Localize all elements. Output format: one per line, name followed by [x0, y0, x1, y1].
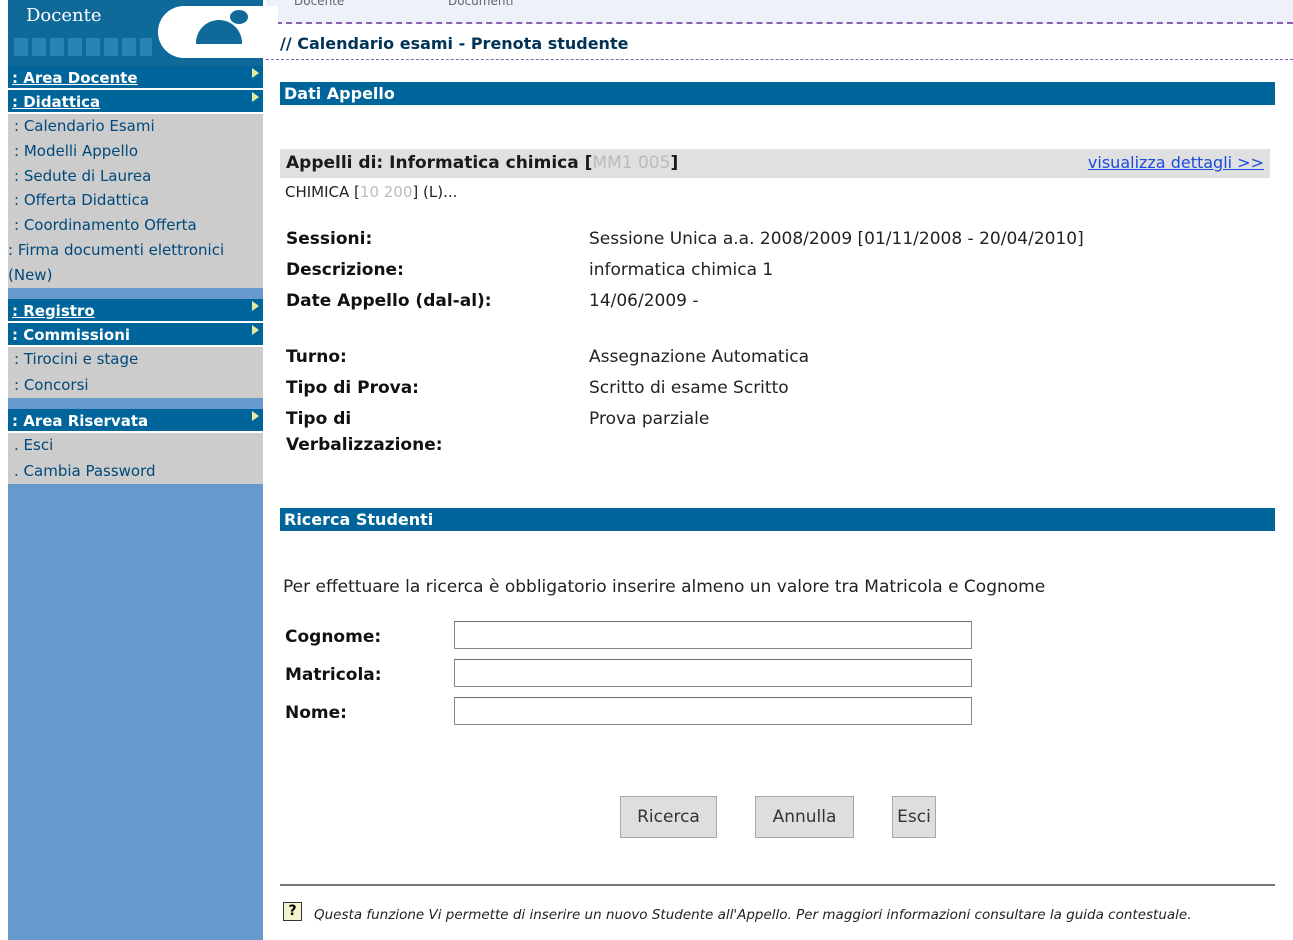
sidebar-item-label: Tirocini e stage [23, 350, 139, 368]
sidebar-item-label: . Esci [14, 436, 54, 454]
menu-header-area-riservata[interactable]: : Area Riservata [8, 409, 263, 433]
appelli-header: Appelli di: Informatica chimica [MM1 005… [280, 149, 1270, 178]
menu-arrow-icon [252, 411, 259, 421]
banner-title: Docente [26, 5, 102, 26]
sidebar-item-coordinamento-offerta[interactable]: : Coordinamento Offerta [8, 213, 263, 238]
sidebar-item-offerta-didattica[interactable]: : Offerta Didattica [8, 188, 263, 213]
section-header-ricerca-studenti: Ricerca Studenti [280, 508, 1275, 531]
nome-input[interactable] [454, 697, 972, 725]
menu-arrow-icon [252, 301, 259, 311]
sidebar-item-label: Concorsi [23, 375, 89, 394]
menu-header-label: : Didattica [12, 93, 101, 111]
course-prefix: CHIMICA [ [285, 183, 360, 201]
sidebar-item-label: Offerta Didattica [23, 191, 150, 210]
label-tipo-verbalizzazione: Tipo di Verbalizzazione: [286, 409, 443, 455]
label-sessioni: Sessioni: [286, 229, 373, 249]
menu-arrow-icon [252, 325, 259, 335]
label-matricola: Matricola: [285, 665, 382, 685]
search-button[interactable]: Ricerca [620, 796, 717, 838]
label-cognome: Cognome: [285, 627, 382, 647]
sidebar-item-cambia-password[interactable]: . Cambia Password [8, 459, 263, 485]
sidebar-item-esci[interactable]: . Esci [8, 433, 263, 459]
sidebar-item-concorsi[interactable]: : Concorsi [8, 373, 263, 399]
breadcrumb-divider [266, 59, 1293, 60]
menu-registro: : Registro : Commissioni : Tirocini e st… [8, 299, 263, 398]
menu-header-label: : Registro [12, 302, 95, 320]
breadcrumb: // Calendario esami - Prenota studente [280, 34, 629, 53]
menu-header-registro[interactable]: : Registro [8, 299, 263, 323]
course-suffix: ] (L)... [412, 183, 458, 201]
top-tab-strip: Docente Documenti [266, 0, 1293, 24]
sidebar-item-label: Firma documenti elettronici (New) [8, 240, 225, 284]
help-divider [280, 884, 1275, 886]
label-nome: Nome: [285, 703, 347, 723]
sidebar-item-label: Coordinamento Offerta [23, 216, 197, 235]
teacher-head-icon [230, 10, 248, 24]
menu-header-commissioni[interactable]: : Commissioni [8, 323, 263, 347]
menu-area-riservata: : Area Riservata . Esci . Cambia Passwor… [8, 409, 263, 484]
sidebar-item-label: Sedute di Laurea [23, 166, 152, 185]
sidebar-item-calendario-esami[interactable]: : Calendario Esami [8, 114, 263, 139]
label-tipo-prova: Tipo di Prova: [286, 378, 419, 398]
appelli-code: MM1 005 [592, 153, 671, 173]
course-code: 10 200 [359, 183, 413, 201]
menu-arrow-icon [252, 92, 259, 102]
sidebar-item-tirocini-stage[interactable]: : Tirocini e stage [8, 347, 263, 373]
menu-header-label: : Commissioni [12, 326, 131, 344]
menu-area-docente: : Area Docente : Didattica : Calendario … [8, 66, 263, 288]
appelli-title: Appelli di: Informatica chimica [MM1 005… [286, 153, 678, 173]
menu-header-didattica[interactable]: : Didattica [8, 90, 263, 114]
value-date-appello: 14/06/2009 - [589, 291, 699, 311]
value-descrizione: informatica chimica 1 [589, 260, 774, 280]
help-icon[interactable]: ? [283, 902, 302, 921]
sidebar-item-label: . Cambia Password [14, 461, 156, 480]
search-instruction: Per effettuare la ricerca è obbligatorio… [283, 577, 1046, 597]
label-date-appello: Date Appello (dal-al): [286, 291, 492, 311]
sidebar-banner: Docente [8, 0, 278, 66]
appelli-suffix: ] [670, 153, 679, 173]
tab-docente[interactable]: Docente [294, 0, 344, 8]
banner-stripes [14, 38, 152, 56]
menu-arrow-icon [252, 68, 259, 78]
menu-header-label: : Area Docente [12, 69, 138, 87]
menu-header-label: : Area Riservata [12, 412, 149, 430]
value-tipo-prova: Scritto di esame Scritto [589, 378, 789, 398]
value-turno: Assegnazione Automatica [589, 347, 810, 367]
sidebar-item-firma-documenti[interactable]: : Firma documenti elettronici (New) [8, 238, 263, 288]
exit-button[interactable]: Esci [892, 796, 936, 838]
matricola-input[interactable] [454, 659, 972, 687]
sidebar-item-label: Calendario Esami [23, 117, 155, 135]
help-text: Questa funzione Vi permette di inserire … [314, 907, 1192, 923]
sidebar-item-label: Modelli Appello [23, 141, 139, 160]
label-descrizione: Descrizione: [286, 260, 404, 280]
cognome-input[interactable] [454, 621, 972, 649]
value-tipo-verbalizzazione: Prova parziale [589, 409, 710, 429]
tab-documenti[interactable]: Documenti [448, 0, 514, 8]
value-sessioni: Sessione Unica a.a. 2008/2009 [01/11/200… [589, 229, 1084, 249]
sidebar-item-sedute-laurea[interactable]: : Sedute di Laurea [8, 164, 263, 189]
course-of-study: CHIMICA [10 200] (L)... [285, 183, 457, 201]
section-header-dati-appello: Dati Appello [280, 82, 1275, 105]
sidebar-item-modelli-appello[interactable]: : Modelli Appello [8, 139, 263, 164]
appelli-label: Appelli di: Informatica chimica [ [286, 153, 593, 173]
details-link[interactable]: visualizza dettagli >> [1088, 153, 1264, 172]
menu-header-area-docente[interactable]: : Area Docente [8, 66, 263, 90]
cancel-button[interactable]: Annulla [755, 796, 854, 838]
label-turno: Turno: [286, 347, 347, 367]
sidebar: Docente : Area Docente : Didattica : Cal… [8, 0, 278, 940]
